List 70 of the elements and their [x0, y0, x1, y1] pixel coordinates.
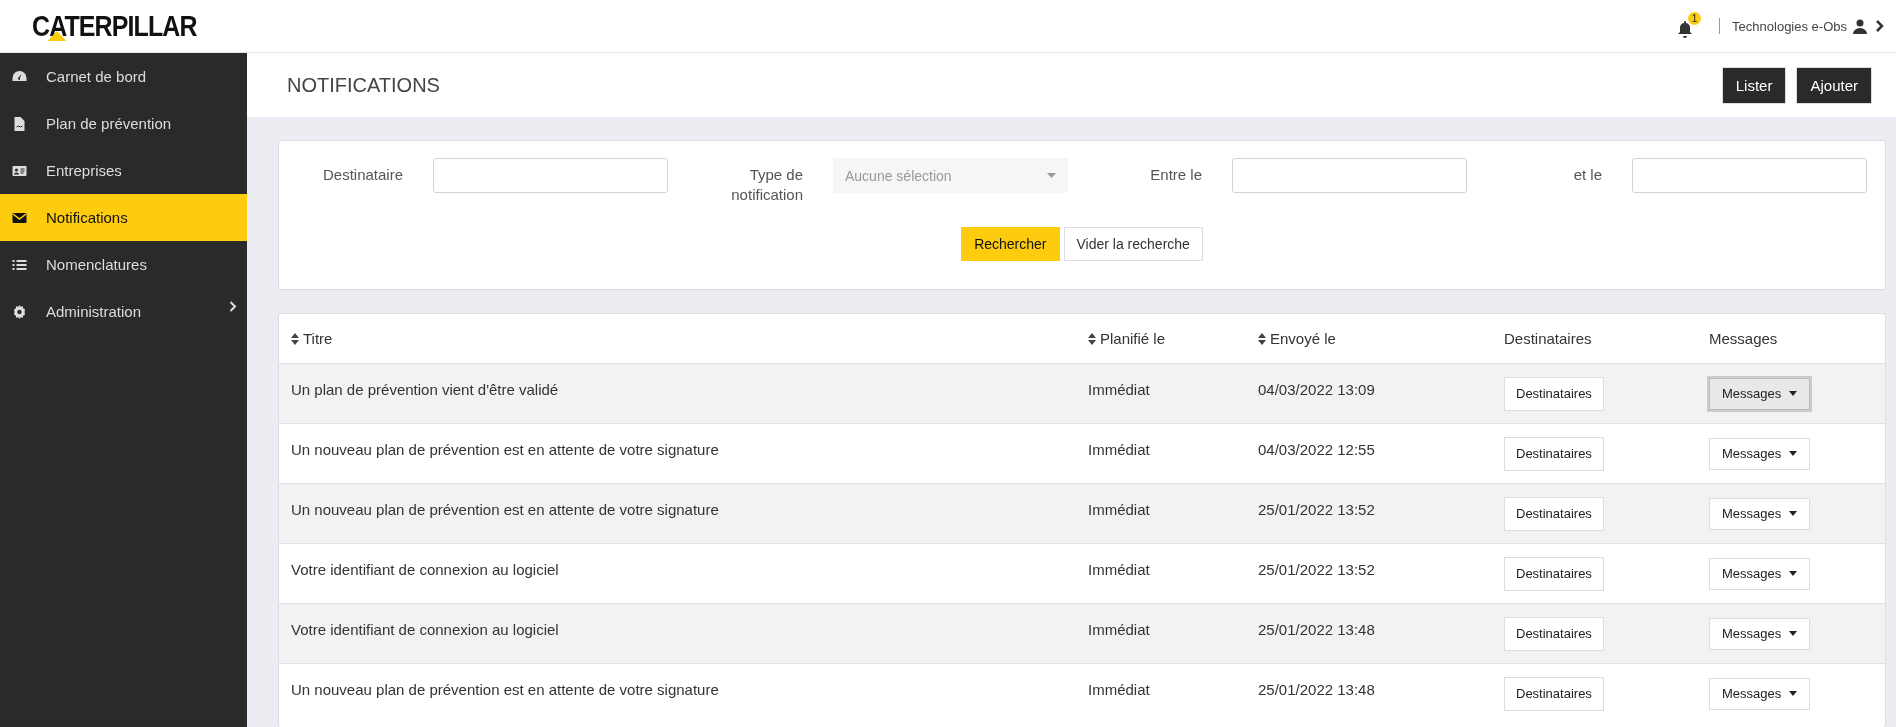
recipients-button[interactable]: Destinataires	[1504, 616, 1604, 651]
search-button[interactable]: Rechercher	[961, 227, 1060, 261]
sidebar-item[interactable]: Entreprises	[0, 147, 247, 194]
field-label: Destinataire	[321, 165, 404, 185]
messages-dropdown-button[interactable]: Messages	[1709, 617, 1811, 650]
table-cell: Votre identifiant de connexion au logiciel	[291, 621, 559, 638]
table-cell: Un nouveau plan de prévention est en attente de votre signature	[291, 441, 719, 458]
table-cell: Un plan de prévention vient d'être validé	[291, 381, 559, 398]
header-button[interactable]: Ajouter	[1796, 66, 1872, 104]
sort-icon[interactable]	[1088, 333, 1096, 345]
sort-icon[interactable]	[291, 333, 299, 345]
table-cell: 25/01/2022 13:48	[1258, 681, 1375, 698]
messages-dropdown-button[interactable]: Messages	[1709, 677, 1811, 710]
table-cell: Un nouveau plan de prévention est en attente de votre signature	[291, 681, 719, 698]
sidebar-item[interactable]: Carnet de bord	[0, 53, 247, 100]
field-label: Type de notification	[730, 165, 804, 205]
input-field[interactable]	[1232, 158, 1467, 193]
recipients-button[interactable]: Destinataires	[1504, 496, 1604, 531]
table-cell: Immédiat	[1088, 561, 1150, 578]
sidebar-item[interactable]: Nomenclatures	[0, 241, 247, 288]
recipients-button[interactable]: Destinataires	[1504, 376, 1604, 411]
header-button[interactable]: Lister	[1721, 66, 1787, 104]
table-cell: Immédiat	[1088, 621, 1150, 638]
field-label: et le	[1572, 165, 1603, 185]
table-cell: 25/01/2022 13:48	[1258, 621, 1375, 638]
column-header[interactable]: Titre	[279, 314, 1076, 364]
messages-dropdown-button[interactable]: Messages	[1709, 437, 1811, 470]
user-icon[interactable]	[1853, 18, 1867, 34]
caret-down-icon	[1789, 511, 1798, 516]
gear-icon	[11, 303, 28, 320]
column-header: Destinataires	[1492, 314, 1697, 364]
caret-down-icon	[1789, 691, 1798, 696]
field-label: Entre le	[1149, 165, 1203, 185]
messages-dropdown-button[interactable]: Messages	[1709, 377, 1811, 410]
table-cell: 04/03/2022 12:55	[1258, 441, 1375, 458]
table-cell: Immédiat	[1088, 501, 1150, 518]
table-cell: 25/01/2022 13:52	[1258, 561, 1375, 578]
sidebar-item[interactable]: Administration	[0, 288, 247, 335]
caret-down-icon	[1789, 571, 1798, 576]
table-cell: 25/01/2022 13:52	[1258, 501, 1375, 518]
brand-logo: CATERPILLAR	[32, 9, 197, 43]
sidebar-item[interactable]: Plan de prévention	[0, 100, 247, 147]
column-header: Messages	[1697, 314, 1885, 364]
user-name[interactable]: Technologies e-Obs	[1732, 18, 1847, 34]
messages-dropdown-button[interactable]: Messages	[1709, 497, 1811, 530]
table-cell: Un nouveau plan de prévention est en attente de votre signature	[291, 501, 719, 518]
table-cell: Immédiat	[1088, 681, 1150, 698]
caret-down-icon	[1789, 631, 1798, 636]
notification-badge: 1	[1688, 12, 1702, 25]
clear-button[interactable]: Vider la recherche	[1063, 227, 1203, 261]
table-cell: Immédiat	[1088, 381, 1150, 398]
bell-icon[interactable]	[1677, 20, 1694, 38]
input-field[interactable]	[1632, 158, 1867, 193]
caret-down-icon	[1789, 391, 1798, 396]
sidebar-item[interactable]: Notifications	[0, 194, 247, 241]
chevron-right-icon[interactable]	[1875, 20, 1884, 32]
table-cell: 04/03/2022 13:09	[1258, 381, 1375, 398]
recipients-button[interactable]: Destinataires	[1504, 676, 1604, 711]
input-field[interactable]	[433, 158, 668, 193]
caret-down-icon	[1047, 173, 1056, 178]
table-cell: Immédiat	[1088, 441, 1150, 458]
sort-icon[interactable]	[1258, 333, 1266, 345]
table-cell: Votre identifiant de connexion au logiciel	[291, 561, 559, 578]
recipients-button[interactable]: Destinataires	[1504, 556, 1604, 591]
recipients-button[interactable]: Destinataires	[1504, 436, 1604, 471]
messages-dropdown-button[interactable]: Messages	[1709, 557, 1811, 590]
page-title: NOTIFICATIONS	[287, 73, 441, 97]
caret-down-icon	[1789, 451, 1798, 456]
column-header[interactable]: Planifié le	[1076, 314, 1246, 364]
column-header[interactable]: Envoyé le	[1246, 314, 1492, 364]
